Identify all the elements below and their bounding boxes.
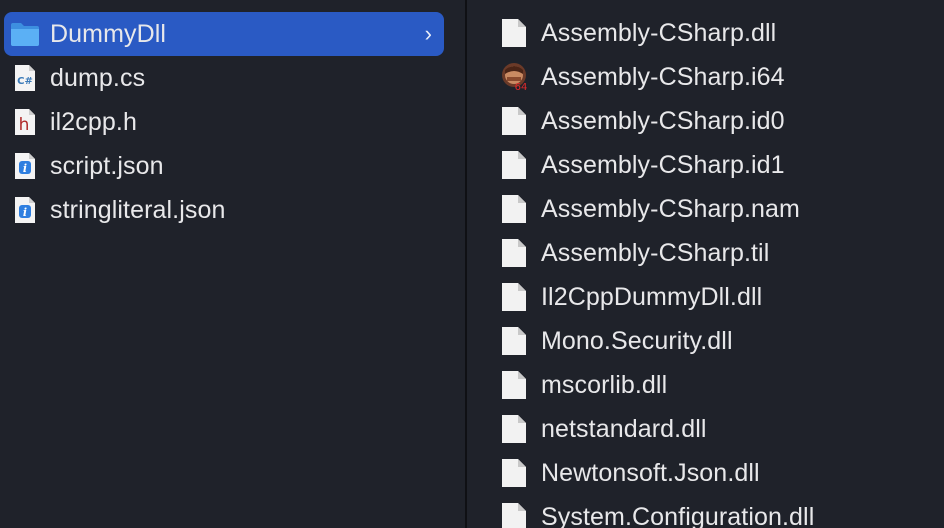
list-item-file[interactable]: Il2CppDummyDll.dll (467, 275, 944, 319)
chevron-right-icon: › (424, 21, 432, 46)
document-icon (501, 414, 527, 444)
json-icon-text: i (23, 162, 27, 175)
list-item-label: il2cpp.h (50, 107, 137, 136)
list-item-file[interactable]: Assembly-CSharp.id1 (467, 143, 944, 187)
list-item-file[interactable]: Assembly-CSharp.til (467, 231, 944, 275)
list-item-file[interactable]: Assembly-CSharp.nam (467, 187, 944, 231)
document-icon (501, 282, 527, 312)
document-icon (501, 370, 527, 400)
list-item-label: Newtonsoft.Json.dll (541, 458, 760, 487)
list-item-file[interactable]: Newtonsoft.Json.dll (467, 451, 944, 495)
list-item-label: Assembly-CSharp.nam (541, 194, 800, 223)
document-icon (501, 502, 527, 528)
list-item-label: Assembly-CSharp.til (541, 238, 770, 267)
list-item-label: mscorlib.dll (541, 370, 668, 399)
list-item-file[interactable]: 64 Assembly-CSharp.i64 (467, 55, 944, 99)
document-icon (501, 194, 527, 224)
document-icon (501, 18, 527, 48)
list-item-label: Assembly-CSharp.dll (541, 18, 777, 47)
header-file-icon: h (10, 108, 40, 136)
list-item-file[interactable]: Assembly-CSharp.dll (467, 11, 944, 55)
list-item-label: Assembly-CSharp.id0 (541, 106, 785, 135)
list-item-stringliteral-json[interactable]: i stringliteral.json (4, 188, 444, 232)
json-icon-text: i (23, 206, 27, 219)
list-item-file[interactable]: System.Configuration.dll (467, 495, 944, 528)
csharp-icon-text: C# (17, 76, 33, 87)
column-browser: DummyDll › C# dump.cs h il2cpp.h i scrip… (0, 0, 944, 528)
left-column: DummyDll › C# dump.cs h il2cpp.h i scrip… (0, 0, 465, 528)
document-icon (501, 326, 527, 356)
list-item-file[interactable]: netstandard.dll (467, 407, 944, 451)
list-item-script-json[interactable]: i script.json (4, 144, 444, 188)
list-item-label: dump.cs (50, 63, 146, 92)
list-item-label: Assembly-CSharp.i64 (541, 62, 785, 91)
list-item-file[interactable]: mscorlib.dll (467, 363, 944, 407)
ida-badge-text: 64 (515, 82, 527, 92)
json-file-icon: i (10, 152, 40, 180)
document-icon (501, 458, 527, 488)
json-file-icon: i (10, 196, 40, 224)
list-item-label: Mono.Security.dll (541, 326, 733, 355)
csharp-file-icon: C# (10, 64, 40, 92)
list-item-label: netstandard.dll (541, 414, 707, 443)
ida-database-icon: 64 (501, 62, 527, 92)
document-icon (501, 106, 527, 136)
list-item-label: System.Configuration.dll (541, 502, 815, 528)
list-item-dummydll-folder[interactable]: DummyDll › (4, 12, 444, 56)
document-icon (501, 238, 527, 268)
right-column: Assembly-CSharp.dll 64 Assembly-CSharp.i… (467, 0, 944, 528)
list-item-label: DummyDll (50, 19, 167, 48)
folder-icon (10, 21, 40, 47)
list-item-label: stringliteral.json (50, 195, 226, 224)
document-icon (501, 150, 527, 180)
header-icon-text: h (19, 115, 30, 135)
list-item-file[interactable]: Mono.Security.dll (467, 319, 944, 363)
list-item-label: Assembly-CSharp.id1 (541, 150, 785, 179)
list-item-file[interactable]: Assembly-CSharp.id0 (467, 99, 944, 143)
list-item-dump-cs[interactable]: C# dump.cs (4, 56, 444, 100)
list-item-il2cpp-h[interactable]: h il2cpp.h (4, 100, 444, 144)
list-item-label: script.json (50, 151, 164, 180)
list-item-label: Il2CppDummyDll.dll (541, 282, 763, 311)
